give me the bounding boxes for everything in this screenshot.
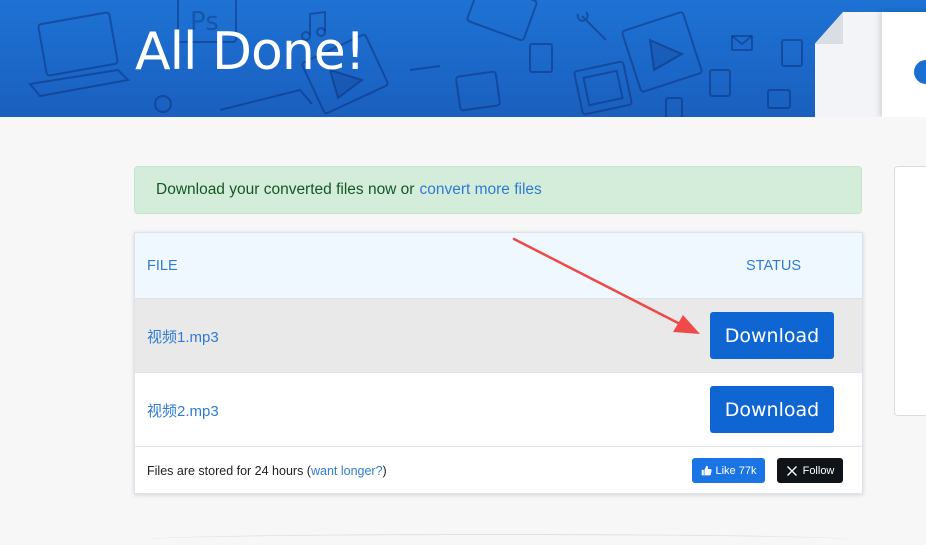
hero-banner: Ps All Done! bbox=[0, 0, 926, 117]
page-title: All Done! bbox=[135, 22, 366, 82]
follow-button[interactable]: Follow bbox=[777, 458, 843, 483]
table-row: 视频1.mp3 Download bbox=[135, 299, 862, 373]
image-file-icon bbox=[529, 11, 803, 97]
want-longer-link[interactable]: want longer? bbox=[311, 464, 383, 478]
table-footer: Files are stored for 24 hours (want long… bbox=[135, 447, 862, 493]
storage-note-close: ) bbox=[382, 464, 387, 478]
files-table: FILE STATUS 视频1.mp3 Download 视频2.mp3 Dow… bbox=[134, 232, 863, 494]
wrench-icon bbox=[576, 11, 607, 41]
table-header: FILE STATUS bbox=[135, 233, 862, 299]
success-alert: Download your converted files now or con… bbox=[134, 166, 862, 214]
alert-text: Download your converted files now or bbox=[156, 181, 415, 198]
film-strip-icon bbox=[573, 60, 633, 116]
like-label: Like 77k bbox=[715, 464, 757, 477]
storage-note-text: Files are stored for 24 hours ( bbox=[147, 464, 311, 478]
like-button[interactable]: Like 77k bbox=[692, 458, 765, 483]
storage-note: Files are stored for 24 hours (want long… bbox=[147, 464, 387, 478]
convert-more-files-link[interactable]: convert more files bbox=[419, 181, 541, 199]
next-section-edge bbox=[148, 534, 848, 545]
file-column-header: FILE bbox=[147, 258, 178, 274]
download-button[interactable]: Download bbox=[710, 386, 834, 433]
thumbs-up-icon bbox=[701, 465, 712, 476]
download-button[interactable]: Download bbox=[710, 312, 834, 359]
follow-label: Follow bbox=[802, 464, 835, 477]
status-column-header: STATUS bbox=[746, 258, 802, 274]
table-row: 视频2.mp3 Download bbox=[135, 373, 862, 447]
x-logo-icon bbox=[786, 465, 797, 476]
file-link[interactable]: 视频1.mp3 bbox=[147, 326, 219, 347]
file-link[interactable]: 视频2.mp3 bbox=[147, 400, 219, 421]
mp3-file-icon bbox=[455, 70, 791, 117]
mail-icon bbox=[731, 35, 753, 51]
laptop-icon bbox=[28, 11, 131, 98]
side-panel bbox=[894, 166, 926, 416]
